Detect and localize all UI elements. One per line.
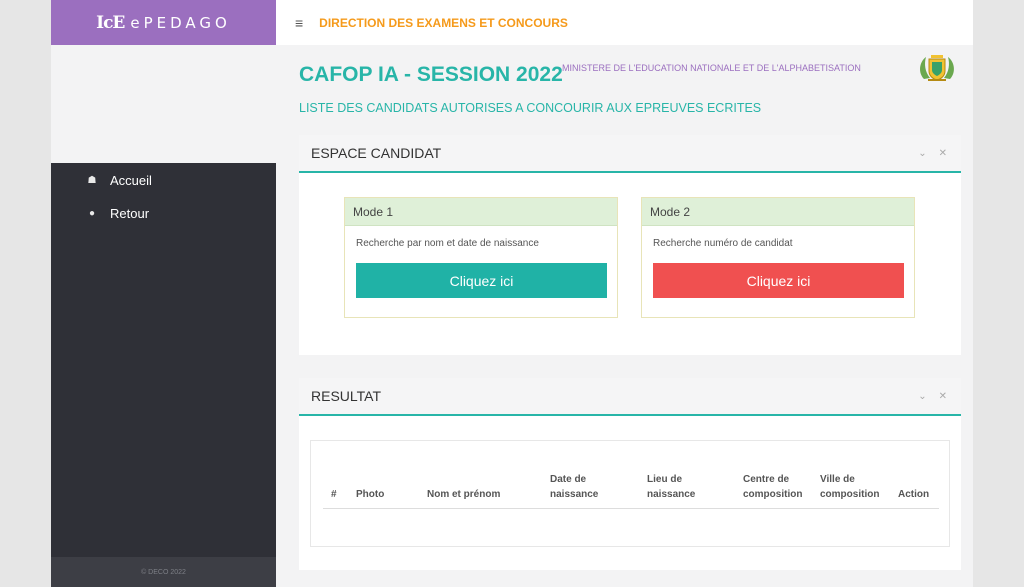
mode-title: Mode 2 xyxy=(642,198,914,226)
top-navbar: ≡ DIRECTION DES EXAMENS ET CONCOURS xyxy=(276,0,973,45)
mode-1-card: Mode 1 Recherche par nom et date de nais… xyxy=(344,197,618,318)
panel-title: ESPACE CANDIDAT xyxy=(311,145,442,161)
page-subtitle: LISTE DES CANDIDATS AUTORISES A CONCOURI… xyxy=(299,101,762,115)
mode-2-button[interactable]: Cliquez ici xyxy=(653,263,904,298)
panel-title: RESULTAT xyxy=(311,388,382,404)
sidebar-nav xyxy=(51,163,276,557)
mode-2-card: Mode 2 Recherche numéro de candidat Cliq… xyxy=(641,197,915,318)
column-header-line: Lieu de xyxy=(647,474,683,485)
mode-1-button[interactable]: Cliquez ici xyxy=(356,263,607,298)
mode-title: Mode 1 xyxy=(345,198,617,226)
panel-tools: ⌄ ✕ xyxy=(918,391,947,402)
resultat-panel: RESULTAT ⌄ ✕ # Photo Nom et prénom Date … xyxy=(299,378,961,570)
sidebar-item-label: Accueil xyxy=(110,173,152,188)
close-icon[interactable]: ✕ xyxy=(939,148,947,159)
column-header-line: composition xyxy=(820,489,880,500)
column-header-line: naissance xyxy=(647,489,696,500)
main-content: ≡ DIRECTION DES EXAMENS ET CONCOURS CAFO… xyxy=(276,0,973,587)
column-header-line: Ville de xyxy=(820,474,855,485)
sidebar-item-accueil[interactable]: ☗ Accueil xyxy=(85,173,152,188)
column-header-centre: Centre de composition xyxy=(743,472,802,502)
ministry-name: MINISTERE DE L'EDUCATION NATIONALE ET DE… xyxy=(562,63,861,73)
coat-of-arms-icon xyxy=(920,55,954,81)
panel-header: ESPACE CANDIDAT ⌄ ✕ xyxy=(299,135,961,173)
page-title: CAFOP IA - SESSION 2022 xyxy=(299,63,563,86)
sidebar-item-label: Retour xyxy=(110,206,150,221)
collapse-icon[interactable]: ⌄ xyxy=(918,148,926,159)
hamburger-menu-icon[interactable]: ≡ xyxy=(295,15,303,31)
results-table: # Photo Nom et prénom Date de naissance … xyxy=(310,440,950,547)
column-header-city: Ville de composition xyxy=(820,472,879,502)
mode-description: Recherche par nom et date de naissance xyxy=(356,238,539,249)
column-header-birth-date: Date de naissance xyxy=(550,472,598,502)
column-header-action: Action xyxy=(898,489,930,500)
column-header-number: # xyxy=(331,489,337,500)
column-header-line: Date de xyxy=(550,474,587,485)
home-icon: ☗ xyxy=(87,175,97,186)
close-icon[interactable]: ✕ xyxy=(939,391,947,402)
sidebar-footer: © DECO 2022 xyxy=(51,557,276,587)
column-header-line: naissance xyxy=(550,489,599,500)
brand-glyph: IcE xyxy=(96,12,125,33)
table-header-divider xyxy=(323,508,939,509)
column-header-line: composition xyxy=(743,489,803,500)
brand-name: ePEDAGO xyxy=(130,13,231,32)
panel-header: RESULTAT ⌄ ✕ xyxy=(299,378,961,416)
brand-logo[interactable]: IcE ePEDAGO xyxy=(51,0,276,45)
espace-candidat-panel: ESPACE CANDIDAT ⌄ ✕ Mode 1 Recherche par… xyxy=(299,135,961,355)
collapse-icon[interactable]: ⌄ xyxy=(918,391,926,402)
panel-tools: ⌄ ✕ xyxy=(918,148,947,159)
column-header-name: Nom et prénom xyxy=(427,489,501,500)
column-header-birth-place: Lieu de naissance xyxy=(647,472,695,502)
mode-description: Recherche numéro de candidat xyxy=(653,238,793,249)
column-header-line: Centre de xyxy=(743,474,790,485)
topbar-title: DIRECTION DES EXAMENS ET CONCOURS xyxy=(319,15,568,30)
column-header-photo: Photo xyxy=(356,489,385,500)
sidebar-item-retour[interactable]: ● Retour xyxy=(85,206,149,221)
sidebar-profile-area xyxy=(51,45,276,163)
globe-icon: ● xyxy=(88,208,96,219)
